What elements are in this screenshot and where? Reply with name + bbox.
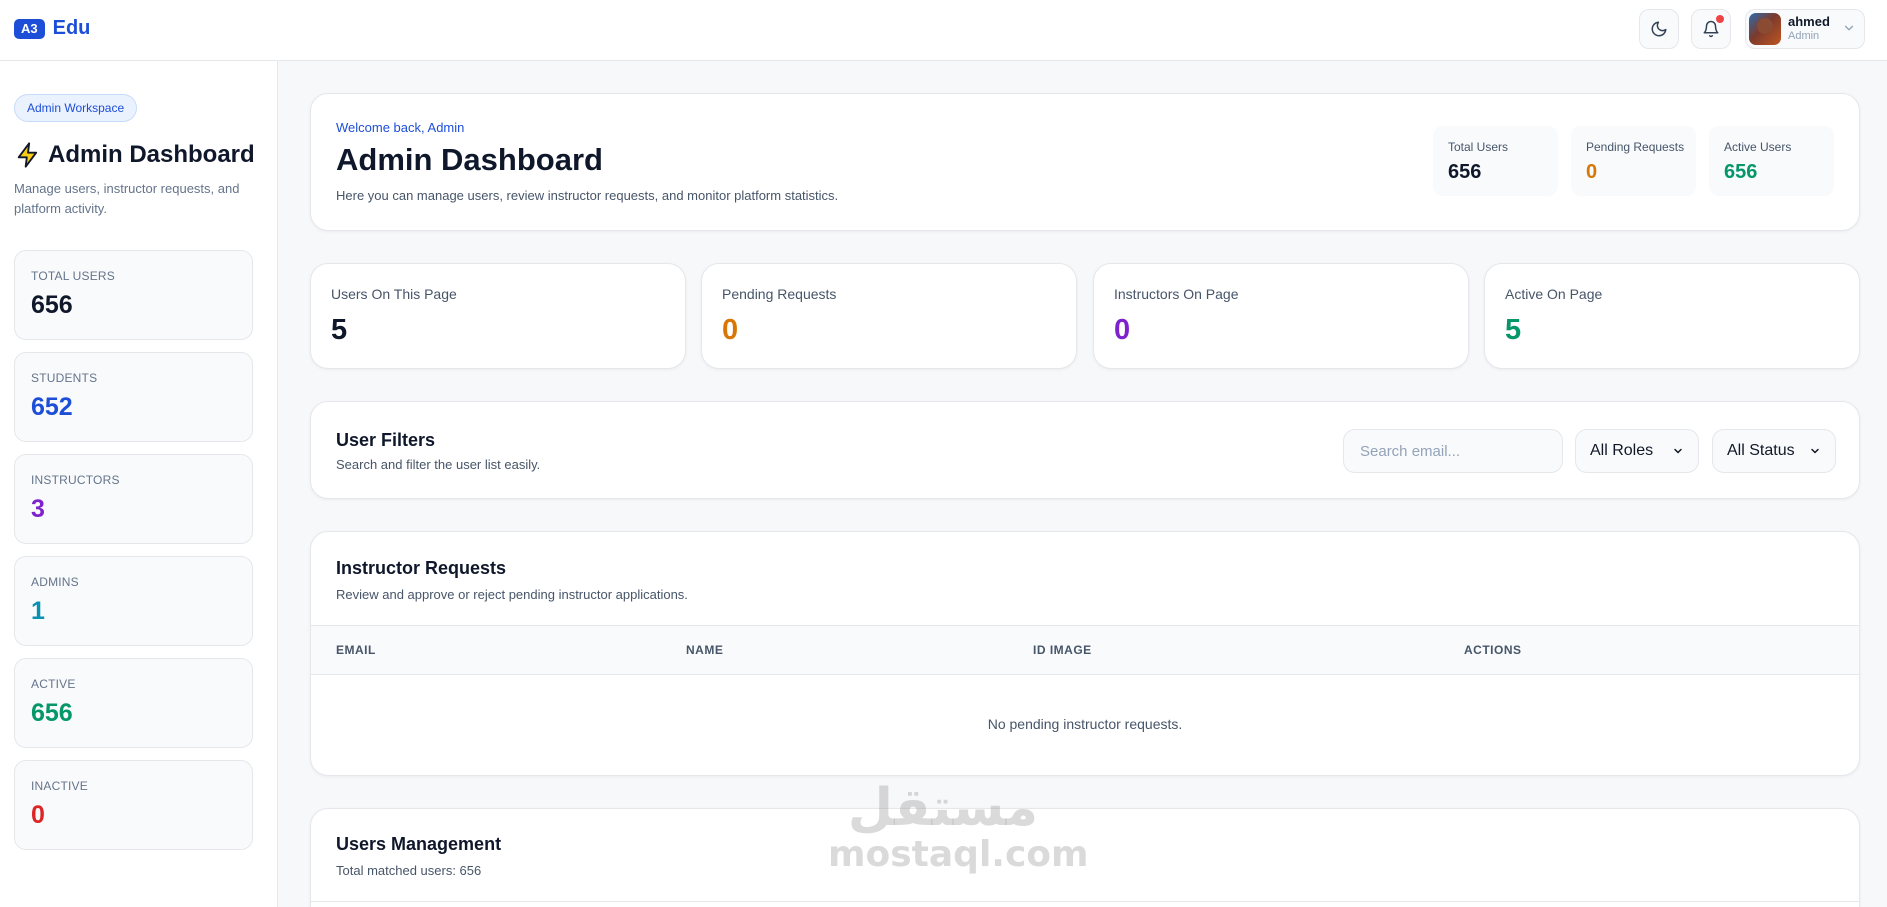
status-select-value: All Status [1727, 442, 1795, 459]
requests-table-header: EMAIL NAME ID IMAGE ACTIONS [311, 625, 1859, 675]
empty-state-message: No pending instructor requests. [987, 716, 1183, 732]
stat-value: 656 [31, 291, 73, 319]
sidebar-title: Admin Dashboard [14, 141, 255, 169]
mini-stat-label: Pending Requests [1586, 140, 1685, 154]
mini-stat-total-users: Total Users 656 [1433, 126, 1558, 196]
page-title: Admin Dashboard [336, 142, 603, 177]
stat-card-instructors: INSTRUCTORS 3 [14, 454, 253, 544]
stat-value: 652 [31, 393, 73, 421]
mini-stat-value: 0 [1586, 161, 1598, 183]
sidebar-title-text: Admin Dashboard [48, 141, 255, 168]
column-header-email: EMAIL [336, 643, 376, 657]
stat-label: ACTIVE [31, 677, 76, 691]
requests-title: Instructor Requests [336, 558, 507, 578]
notifications-button[interactable] [1691, 9, 1731, 49]
metric-label: Active On Page [1505, 286, 1603, 302]
search-email-input[interactable] [1343, 429, 1563, 473]
brand-badge: A3 [14, 18, 45, 39]
stat-card-inactive: INACTIVE 0 [14, 760, 253, 850]
role-select[interactable]: All Roles [1575, 429, 1699, 473]
status-select[interactable]: All Status [1712, 429, 1836, 473]
mini-stat-label: Active Users [1724, 140, 1792, 154]
role-select-value: All Roles [1590, 442, 1654, 459]
stat-label: INACTIVE [31, 779, 88, 793]
filters-subtitle: Search and filter the user list easily. [336, 457, 541, 472]
watermark: مستقل mostaql.com [828, 778, 1089, 875]
moon-icon [1651, 21, 1667, 37]
metric-card-pending-requests: Pending Requests 0 [701, 263, 1077, 369]
stat-label: STUDENTS [31, 371, 98, 385]
bell-icon [1703, 20, 1719, 38]
metric-card-users-on-page: Users On This Page 5 [310, 263, 686, 369]
divider [311, 901, 1859, 902]
metric-value: 0 [722, 314, 739, 346]
chevron-down-icon [1811, 448, 1819, 454]
mini-stat-pending-requests: Pending Requests 0 [1571, 126, 1696, 196]
user-role: Admin [1788, 30, 1820, 42]
welcome-text: Welcome back, Admin [336, 120, 465, 135]
workspace-badge: Admin Workspace [14, 94, 138, 122]
metric-card-active-on-page: Active On Page 5 [1484, 263, 1860, 369]
metric-value: 5 [331, 314, 348, 346]
stat-card-admins: ADMINS 1 [14, 556, 253, 646]
watermark-arabic: مستقل [847, 778, 1039, 838]
stat-value: 0 [31, 801, 45, 829]
column-header-id-image: ID IMAGE [1033, 643, 1092, 657]
notification-dot [1716, 15, 1724, 23]
column-header-actions: ACTIONS [1464, 643, 1522, 657]
chevron-down-icon [1674, 448, 1682, 454]
lightning-icon [17, 142, 38, 168]
metric-label: Pending Requests [722, 286, 837, 302]
metric-label: Instructors On Page [1114, 286, 1239, 302]
instructor-requests-card: Instructor Requests Review and approve o… [310, 531, 1860, 776]
stat-card-active: ACTIVE 656 [14, 658, 253, 748]
mini-stat-value: 656 [1724, 161, 1758, 183]
mini-stat-label: Total Users [1448, 140, 1509, 154]
management-title: Users Management [336, 834, 502, 854]
column-header-name: NAME [686, 643, 724, 657]
brand-logo[interactable]: A3 Edu [14, 17, 90, 40]
brand-name: Edu [52, 17, 91, 39]
metric-card-instructors-on-page: Instructors On Page 0 [1093, 263, 1469, 369]
requests-subtitle: Review and approve or reject pending ins… [336, 587, 688, 602]
mini-stat-active-users: Active Users 656 [1709, 126, 1834, 196]
stat-label: INSTRUCTORS [31, 473, 120, 487]
user-filters-card: User Filters Search and filter the user … [310, 401, 1860, 499]
stat-card-students: STUDENTS 652 [14, 352, 253, 442]
metric-value: 0 [1114, 314, 1131, 346]
top-bar: A3 Edu ahmed Admin [0, 0, 1887, 61]
user-name: ahmed [1788, 14, 1830, 29]
page-description: Here you can manage users, review instru… [336, 188, 839, 203]
stat-value: 3 [31, 495, 45, 523]
metric-value: 5 [1505, 314, 1522, 346]
mini-stat-value: 656 [1448, 161, 1482, 183]
watermark-latin: mostaql.com [828, 834, 1089, 875]
chevron-down-icon [1844, 25, 1854, 31]
stat-card-total-users: TOTAL USERS 656 [14, 250, 253, 340]
user-menu[interactable]: ahmed Admin [1745, 9, 1865, 49]
management-subtitle: Total matched users: 656 [336, 863, 482, 878]
theme-toggle-button[interactable] [1639, 9, 1679, 49]
filters-title: User Filters [336, 430, 436, 450]
sidebar-description: Manage users, instructor requests, and p… [14, 181, 240, 216]
welcome-card: Welcome back, Admin Admin Dashboard Here… [310, 93, 1860, 231]
stat-label: TOTAL USERS [31, 269, 115, 283]
metric-label: Users On This Page [331, 286, 457, 302]
stat-label: ADMINS [31, 575, 79, 589]
sidebar: Admin Workspace Admin Dashboard Manage u… [0, 61, 278, 907]
avatar [1749, 13, 1781, 45]
stat-value: 656 [31, 699, 73, 727]
stat-value: 1 [31, 597, 45, 625]
